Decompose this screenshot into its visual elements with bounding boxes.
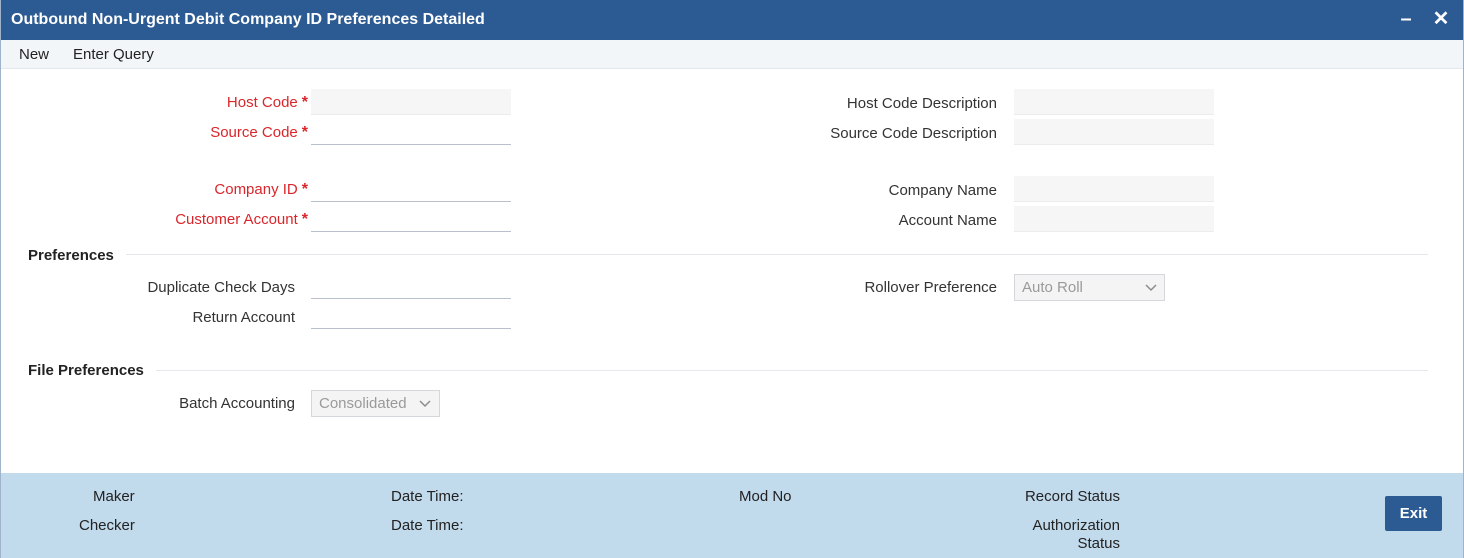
return-account-field[interactable] [311,303,511,329]
exit-button[interactable]: Exit [1385,496,1442,531]
customer-account-label-text: Customer Account [175,211,298,228]
maker-label: Maker [93,488,135,505]
preferences-heading: Preferences [28,247,114,264]
source-code-description-label: Source Code Description [830,125,997,142]
host-code-label-text: Host Code [226,94,298,111]
company-name-field [1014,176,1214,202]
title-bar: Outbound Non-Urgent Debit Company ID Pre… [1,0,1463,40]
rollover-preference-value: Auto Roll [1022,279,1083,296]
detail-window: Outbound Non-Urgent Debit Company ID Pre… [0,0,1464,558]
chevron-down-icon [419,400,431,408]
menu-enter-query[interactable]: Enter Query [73,46,154,63]
company-id-label-text: Company ID [214,181,298,198]
source-code-label: Source Code * [210,124,308,142]
rollover-preference-label: Rollover Preference [864,279,997,296]
duplicate-check-days-label: Duplicate Check Days [147,279,295,296]
batch-accounting-label: Batch Accounting [179,395,295,412]
rollover-preference-select[interactable]: Auto Roll [1014,274,1165,301]
source-code-description-field [1014,119,1214,145]
required-mark: * [301,94,308,111]
menu-new[interactable]: New [19,46,49,63]
company-id-label: Company ID * [214,181,308,199]
batch-accounting-value: Consolidated [319,395,407,412]
required-mark: * [301,181,308,198]
source-code-label-text: Source Code [210,124,298,141]
company-id-field[interactable] [311,176,511,202]
source-code-field[interactable] [311,119,511,145]
duplicate-check-days-field[interactable] [311,273,511,299]
menu-bar: New Enter Query [1,40,1463,69]
required-mark: * [301,211,308,228]
window-title: Outbound Non-Urgent Debit Company ID Pre… [11,11,485,28]
file-preferences-heading: File Preferences [28,362,144,379]
company-name-label: Company Name [888,182,997,199]
minimize-icon[interactable]: – [1394,7,1418,31]
audit-footer: Maker Checker Date Time: Date Time: Mod … [1,473,1463,558]
account-name-field [1014,206,1214,232]
close-icon[interactable]: ✕ [1429,7,1453,31]
host-code-description-label: Host Code Description [846,95,997,112]
chevron-down-icon [1145,284,1157,292]
required-mark: * [301,124,308,141]
account-name-label: Account Name [898,212,997,229]
mod-no-label: Mod No [739,488,792,505]
authorization-status-label-line2: Status [1077,535,1120,552]
checker-label: Checker [79,517,135,534]
checker-date-time-label: Date Time: [391,517,464,534]
authorization-status-label-line1: Authorization [1032,517,1120,534]
return-account-label: Return Account [192,309,295,326]
host-code-label: Host Code * [227,94,308,112]
customer-account-field[interactable] [311,206,511,232]
host-code-field[interactable] [311,89,511,115]
file-preferences-divider [156,370,1428,371]
maker-date-time-label: Date Time: [391,488,464,505]
host-code-description-field [1014,89,1214,115]
batch-accounting-select[interactable]: Consolidated [311,390,440,417]
record-status-label: Record Status [1024,488,1120,505]
preferences-divider [126,254,1428,255]
customer-account-label: Customer Account * [175,211,308,229]
